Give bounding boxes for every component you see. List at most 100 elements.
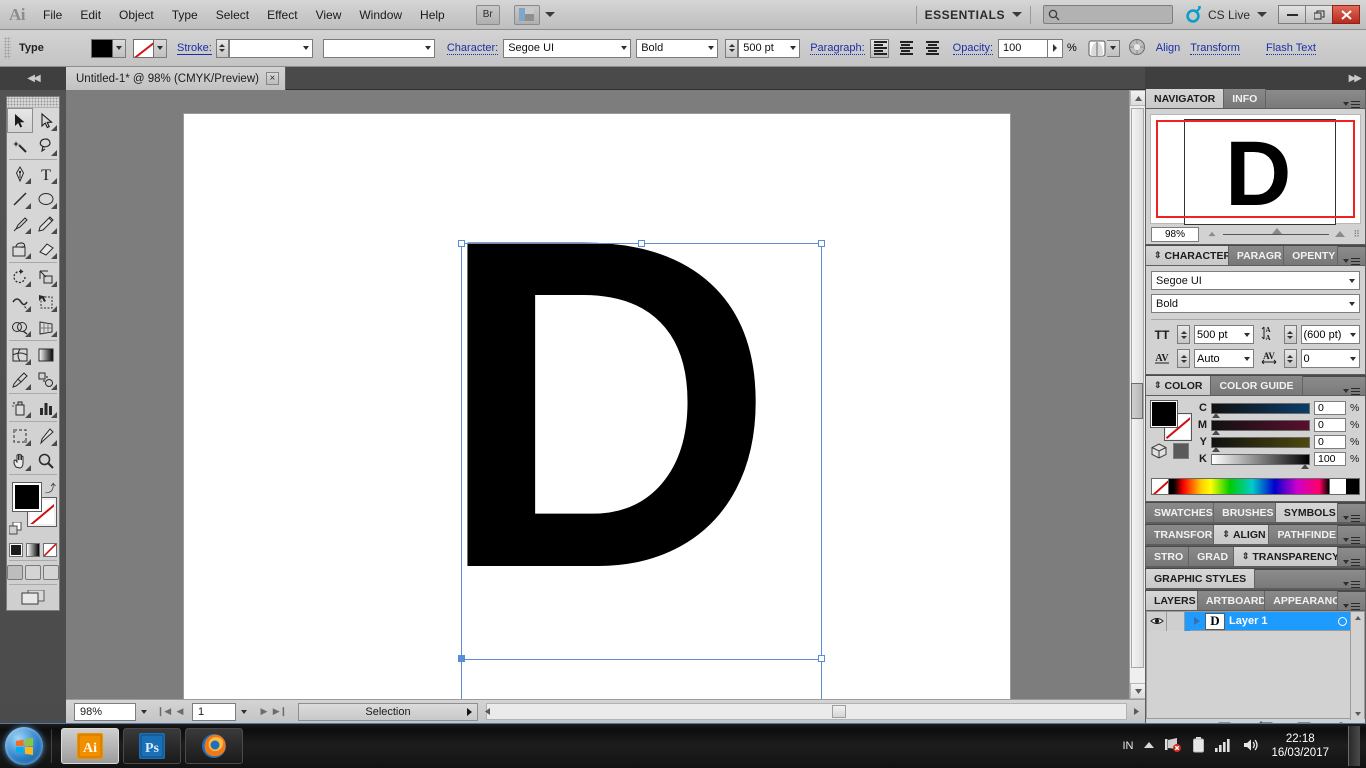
artboard[interactable]: D: [184, 114, 1010, 699]
menu-edit[interactable]: Edit: [71, 0, 110, 30]
status-tool-display[interactable]: Selection: [298, 702, 478, 721]
close-button[interactable]: [1332, 5, 1360, 24]
character-link[interactable]: Character:: [446, 42, 499, 55]
tab-artboards[interactable]: ARTBOARD: [1197, 591, 1266, 610]
menu-type[interactable]: Type: [163, 0, 207, 30]
font-size-stepper[interactable]: [725, 38, 739, 58]
align-panel-link[interactable]: Align: [1156, 42, 1180, 54]
tab-stroke[interactable]: STRO: [1146, 547, 1190, 566]
rotate-tool[interactable]: [7, 264, 33, 289]
restore-button[interactable]: [1305, 5, 1333, 24]
slider-track-c[interactable]: [1211, 402, 1310, 418]
zoom-slider-thumb[interactable]: [1271, 227, 1282, 234]
volume-icon[interactable]: [1243, 738, 1260, 755]
tab-appearance[interactable]: APPEARANC: [1265, 591, 1339, 610]
char-font-size-stepper[interactable]: [1177, 325, 1190, 344]
fill-color-box[interactable]: [13, 483, 41, 511]
artboard-number-input[interactable]: 1: [192, 702, 236, 721]
resize-grip-icon[interactable]: ⠿: [1353, 229, 1360, 240]
draw-inside-mode[interactable]: [43, 565, 59, 580]
scale-tool[interactable]: [33, 264, 59, 289]
char-kerning-stepper[interactable]: [1177, 349, 1190, 368]
stroke-color-control[interactable]: [133, 38, 167, 58]
char-tracking-field[interactable]: 0: [1300, 349, 1360, 368]
canvas-horizontal-scrollbar[interactable]: [486, 703, 1127, 720]
battery-icon[interactable]: [1193, 736, 1205, 756]
slider-value-m[interactable]: 0: [1314, 418, 1346, 432]
color-none-swatch[interactable]: [1173, 443, 1189, 459]
next-artboard-button[interactable]: ▶: [256, 703, 272, 721]
opacity-input[interactable]: 100: [998, 38, 1049, 58]
zoom-level-input[interactable]: 98%: [74, 702, 136, 721]
column-graph-tool[interactable]: [33, 395, 59, 420]
bridge-button[interactable]: Br: [475, 4, 500, 25]
layers-vertical-scrollbar[interactable]: [1350, 612, 1364, 720]
font-size-select[interactable]: 500 pt: [738, 38, 801, 58]
recolor-artwork-button[interactable]: [1128, 38, 1146, 59]
slider-knob-c[interactable]: [1212, 412, 1220, 418]
stroke-link[interactable]: Stroke:: [177, 42, 212, 55]
flash-text-link[interactable]: Flash Text: [1265, 42, 1316, 55]
type-tool[interactable]: T: [33, 161, 59, 186]
navigator-zoom-input[interactable]: 98%: [1151, 226, 1199, 242]
scroll-down-button[interactable]: [1130, 683, 1146, 699]
color-spectrum-bar[interactable]: [1151, 478, 1360, 495]
stroke-swatch[interactable]: [133, 38, 154, 58]
align-center-button[interactable]: [896, 39, 915, 58]
color-mode-color[interactable]: [9, 543, 23, 557]
color-3d-cube-icon[interactable]: [1151, 443, 1167, 459]
selection-tool[interactable]: [7, 108, 33, 133]
align-right-button[interactable]: [922, 39, 941, 58]
blend-tool[interactable]: [33, 367, 59, 392]
collapse-right-dock-button[interactable]: ▶▶: [1145, 67, 1366, 90]
layer-expand-chevron-right-icon[interactable]: [1190, 617, 1204, 625]
slider-knob-m[interactable]: [1212, 429, 1220, 435]
layers-list[interactable]: D Layer 1: [1146, 611, 1365, 720]
draw-behind-mode[interactable]: [25, 565, 41, 580]
blend-mode-control[interactable]: [1087, 39, 1120, 58]
layers-panel-menu-button[interactable]: [1338, 602, 1365, 610]
color-panel-menu-button[interactable]: [1338, 387, 1365, 395]
fill-color-control[interactable]: [91, 38, 126, 58]
clock[interactable]: 22:18 16/03/2017: [1271, 732, 1329, 760]
gradient-tool[interactable]: [33, 342, 59, 367]
canvas-background[interactable]: D: [66, 90, 1129, 699]
navigator-view-rect[interactable]: [1156, 120, 1355, 218]
menu-select[interactable]: Select: [207, 0, 258, 30]
width-tool[interactable]: [7, 289, 33, 314]
menu-file[interactable]: File: [34, 0, 71, 30]
color-fill-box[interactable]: [1151, 401, 1177, 427]
tab-color-guide[interactable]: COLOR GUIDE: [1211, 376, 1303, 395]
shape-builder-tool[interactable]: [7, 314, 33, 339]
tab-gradient[interactable]: GRAD: [1189, 547, 1234, 566]
slider-value-y[interactable]: 0: [1314, 435, 1346, 449]
stroke-weight-stepper[interactable]: [215, 38, 229, 58]
last-artboard-button[interactable]: ▶❙: [272, 703, 288, 721]
blob-brush-tool[interactable]: [7, 236, 33, 261]
paragraph-link[interactable]: Paragraph:: [810, 42, 865, 55]
slice-tool[interactable]: [33, 423, 59, 448]
tab-info[interactable]: INFO: [1224, 89, 1267, 108]
color-mode-none[interactable]: [43, 543, 57, 557]
show-desktop-button[interactable]: [1348, 726, 1360, 766]
symbol-sprayer-tool[interactable]: [7, 395, 33, 420]
scroll-right-button[interactable]: [1132, 704, 1141, 719]
scroll-up-button[interactable]: [1130, 90, 1146, 106]
menu-help[interactable]: Help: [411, 0, 454, 30]
char-leading-stepper[interactable]: [1283, 325, 1297, 344]
fill-swatch[interactable]: [91, 38, 113, 58]
taskbar-app-illustrator[interactable]: Ai: [61, 728, 119, 764]
pencil-tool[interactable]: [33, 211, 59, 236]
tab-opentype[interactable]: OPENTY: [1284, 246, 1338, 265]
layer-name[interactable]: Layer 1: [1229, 615, 1268, 627]
zoom-out-icon[interactable]: [1208, 231, 1216, 237]
screen-mode-button[interactable]: [7, 586, 59, 610]
swatches-panel-menu-button[interactable]: [1338, 514, 1365, 522]
artboard-tool[interactable]: [7, 423, 33, 448]
character-panel-menu-button[interactable]: [1338, 257, 1365, 265]
slider-value-c[interactable]: 0: [1314, 401, 1346, 415]
scroll-left-button[interactable]: [483, 704, 492, 719]
tab-brushes[interactable]: BRUSHES: [1214, 503, 1276, 522]
swap-fill-stroke-icon[interactable]: ⤴: [45, 480, 56, 496]
previous-artboard-button[interactable]: ◀: [172, 703, 188, 721]
